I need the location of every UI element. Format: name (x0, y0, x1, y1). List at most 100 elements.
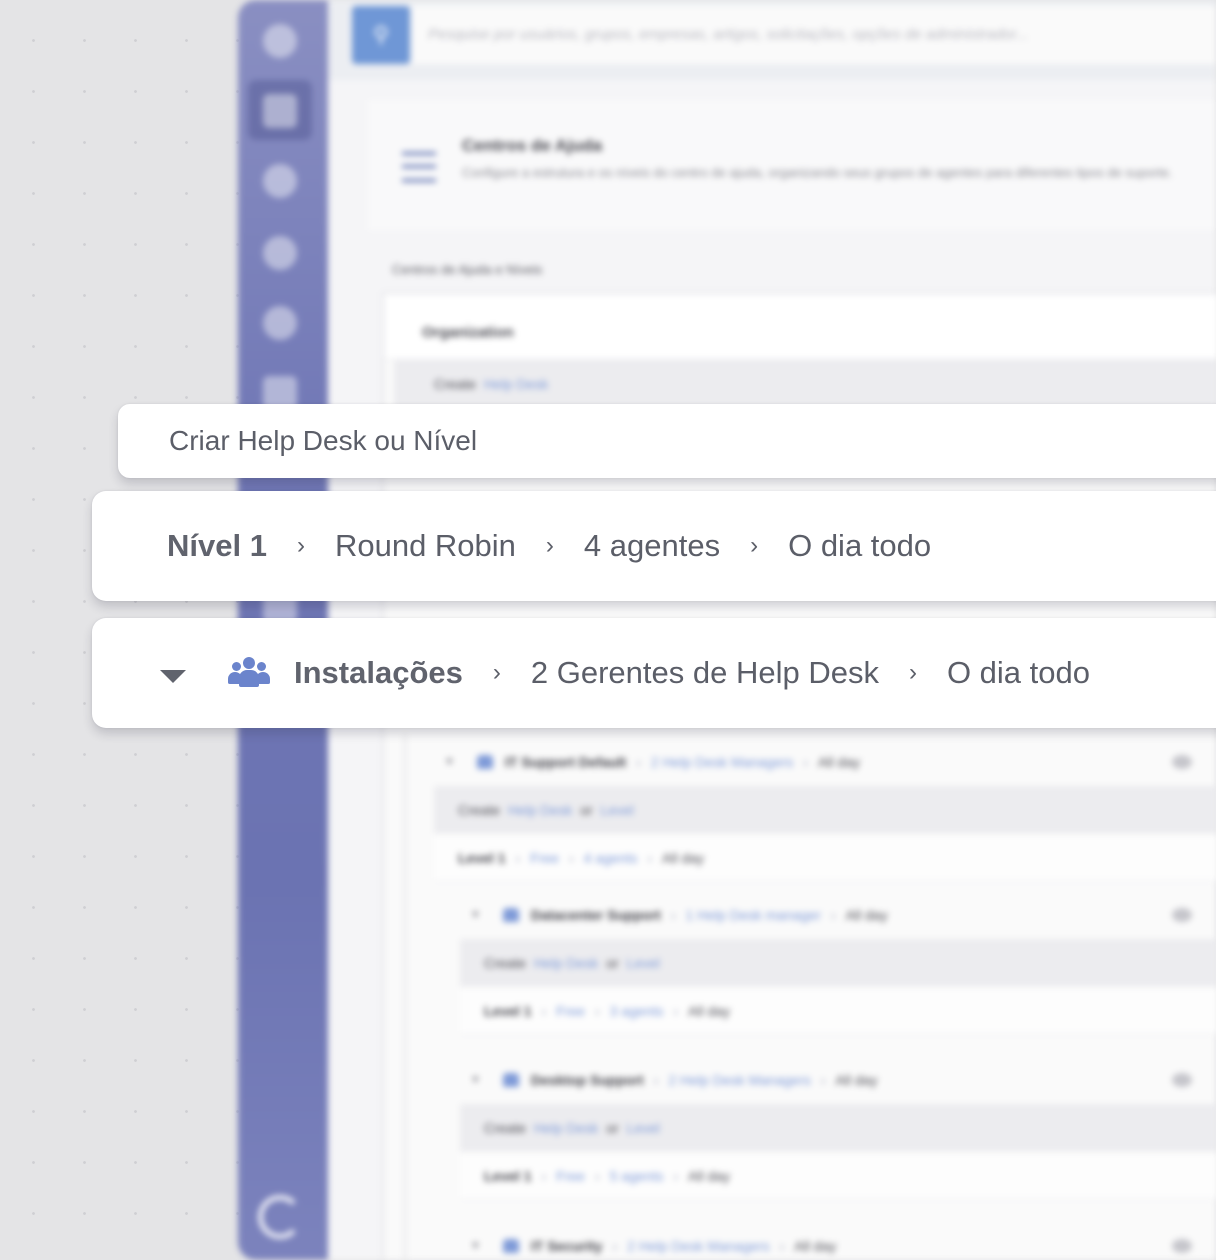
create-row: Create Help Desk or Level (460, 1104, 1216, 1152)
create-row: Create Help Desk (394, 360, 1216, 408)
group-managers[interactable]: 2 Gerentes de Help Desk (531, 655, 879, 691)
caret-down-icon[interactable]: ▼ (470, 909, 481, 921)
separator: › (820, 1072, 826, 1088)
separator: › (647, 849, 653, 866)
create-help-desk-link[interactable]: Help Desk (508, 802, 573, 818)
group-managers[interactable]: 2 Help Desk Managers (651, 754, 793, 770)
eye-icon[interactable] (1172, 755, 1192, 769)
page-header: Centros de Ajuda Configure a estrutura e… (368, 100, 1216, 230)
create-level-link[interactable]: Level (600, 802, 633, 818)
users-group-icon (502, 908, 519, 922)
caret-down-icon[interactable]: ▼ (444, 756, 455, 768)
separator: › (492, 659, 501, 686)
caret-down-icon[interactable]: ▼ (470, 1240, 481, 1252)
globe-icon[interactable] (263, 236, 297, 270)
separator: › (541, 1002, 547, 1019)
page-description: Configure a estrutura e os níveis do cen… (462, 165, 1173, 180)
separator: › (830, 907, 836, 923)
users-group-icon (228, 657, 270, 689)
level-mode[interactable]: Free (556, 1168, 585, 1184)
level-agents[interactable]: 4 agentes (584, 528, 720, 564)
caret-down-icon[interactable]: ▼ (470, 1074, 481, 1086)
create-label: Create (484, 955, 527, 971)
eye-icon[interactable] (1172, 908, 1192, 922)
create-label: Create (434, 376, 477, 392)
create-help-desk-link[interactable]: Help Desk (534, 955, 599, 971)
create-help-desk-card[interactable]: Criar Help Desk ou Nível (118, 404, 1216, 478)
group-hours: All day (845, 907, 888, 923)
separator: › (612, 1238, 618, 1254)
group-row-datacenter[interactable]: ▼ Datacenter Support › 1 Help Desk manag… (470, 891, 1216, 939)
level-card[interactable]: Nível 1 › Round Robin › 4 agentes › O di… (92, 491, 1216, 601)
page-title: Centros de Ajuda (462, 136, 603, 155)
create-or: or (580, 802, 593, 818)
users-group-icon (502, 1073, 519, 1087)
level-hours: All day (688, 1167, 731, 1184)
separator: › (779, 1238, 785, 1254)
create-level-link[interactable]: Level (626, 1120, 659, 1136)
separator: › (670, 907, 676, 923)
level-name: Level 1 (484, 1002, 532, 1019)
group-name: Instalações (294, 655, 463, 690)
level-hours: All day (662, 849, 705, 866)
group-row-desktop[interactable]: ▼ Desktop Support › 2 Help Desk Managers… (470, 1056, 1216, 1104)
separator: › (908, 659, 917, 686)
search-input[interactable]: Pesquise por usuários, grupos, empresas,… (412, 6, 1216, 64)
group-name: IT Security (530, 1238, 603, 1254)
caret-down-icon[interactable] (160, 669, 186, 683)
organization-row: Organization (384, 294, 1216, 360)
create-help-desk-label: Criar Help Desk ou Nível (169, 425, 478, 456)
separator: › (750, 532, 759, 559)
group-managers[interactable]: 2 Help Desk Managers (627, 1238, 769, 1254)
create-or: or (606, 955, 619, 971)
level-agents[interactable]: 4 agents (584, 850, 638, 866)
group-managers[interactable]: 1 Help Desk manager (685, 907, 820, 923)
create-label: Create (458, 802, 501, 818)
separator: › (296, 532, 305, 559)
section-label: Centros de Ajuda e Níveis (392, 262, 543, 277)
group-hours: All day (835, 1072, 878, 1088)
group-row-it-support[interactable]: ▼ IT Support Default › 2 Help Desk Manag… (444, 738, 1216, 786)
create-help-desk-link[interactable]: Help Desk (484, 376, 549, 392)
separator: › (594, 1167, 600, 1184)
level-name: Nível 1 (167, 528, 267, 563)
group-hours: O dia todo (946, 655, 1090, 690)
eye-icon[interactable] (1172, 1073, 1192, 1087)
dashboard-icon[interactable] (263, 24, 297, 58)
separator: › (541, 1167, 547, 1184)
search-button[interactable]: ⚲ (352, 6, 410, 64)
group-card[interactable]: Instalações › 2 Gerentes de Help Desk › … (92, 618, 1216, 728)
level-agents[interactable]: 5 agents (610, 1168, 664, 1184)
organization-label: Organization (422, 324, 514, 341)
create-level-link[interactable]: Level (626, 955, 659, 971)
level-mode[interactable]: Free (530, 850, 559, 866)
separator: › (515, 849, 521, 866)
group-managers[interactable]: 2 Help Desk Managers (668, 1072, 810, 1088)
level-hours: O dia todo (788, 528, 932, 563)
users-icon[interactable] (263, 164, 297, 198)
create-help-desk-link[interactable]: Help Desk (534, 1120, 599, 1136)
tree-line (404, 734, 406, 1260)
level-row[interactable]: Level 1 › Free › 5 agents › All day (460, 1152, 1216, 1200)
separator: › (545, 532, 554, 559)
level-mode[interactable]: Free (556, 1003, 585, 1019)
separator: › (568, 849, 574, 866)
group-hours: All day (817, 754, 860, 770)
level-agents[interactable]: 3 agents (610, 1003, 664, 1019)
eye-icon[interactable] (1172, 1239, 1192, 1253)
group-name: Datacenter Support (530, 907, 661, 923)
level-hours: All day (688, 1002, 731, 1019)
separator: › (673, 1167, 679, 1184)
briefcase-icon[interactable] (263, 94, 297, 128)
group-row-it-security[interactable]: ▼ IT Security › 2 Help Desk Managers › A… (470, 1222, 1216, 1260)
group-name: IT Support Default (504, 754, 627, 770)
group-hours: All day (794, 1238, 837, 1254)
separator: › (803, 754, 808, 770)
level-row[interactable]: Level 1 › Free › 4 agents › All day (434, 834, 1216, 882)
reports-icon[interactable] (263, 306, 297, 340)
separator: › (636, 754, 641, 770)
users-group-icon (502, 1239, 519, 1253)
level-mode[interactable]: Round Robin (335, 528, 516, 564)
level-row[interactable]: Level 1 › Free › 3 agents › All day (460, 987, 1216, 1035)
search-icon: ⚲ (372, 22, 390, 47)
